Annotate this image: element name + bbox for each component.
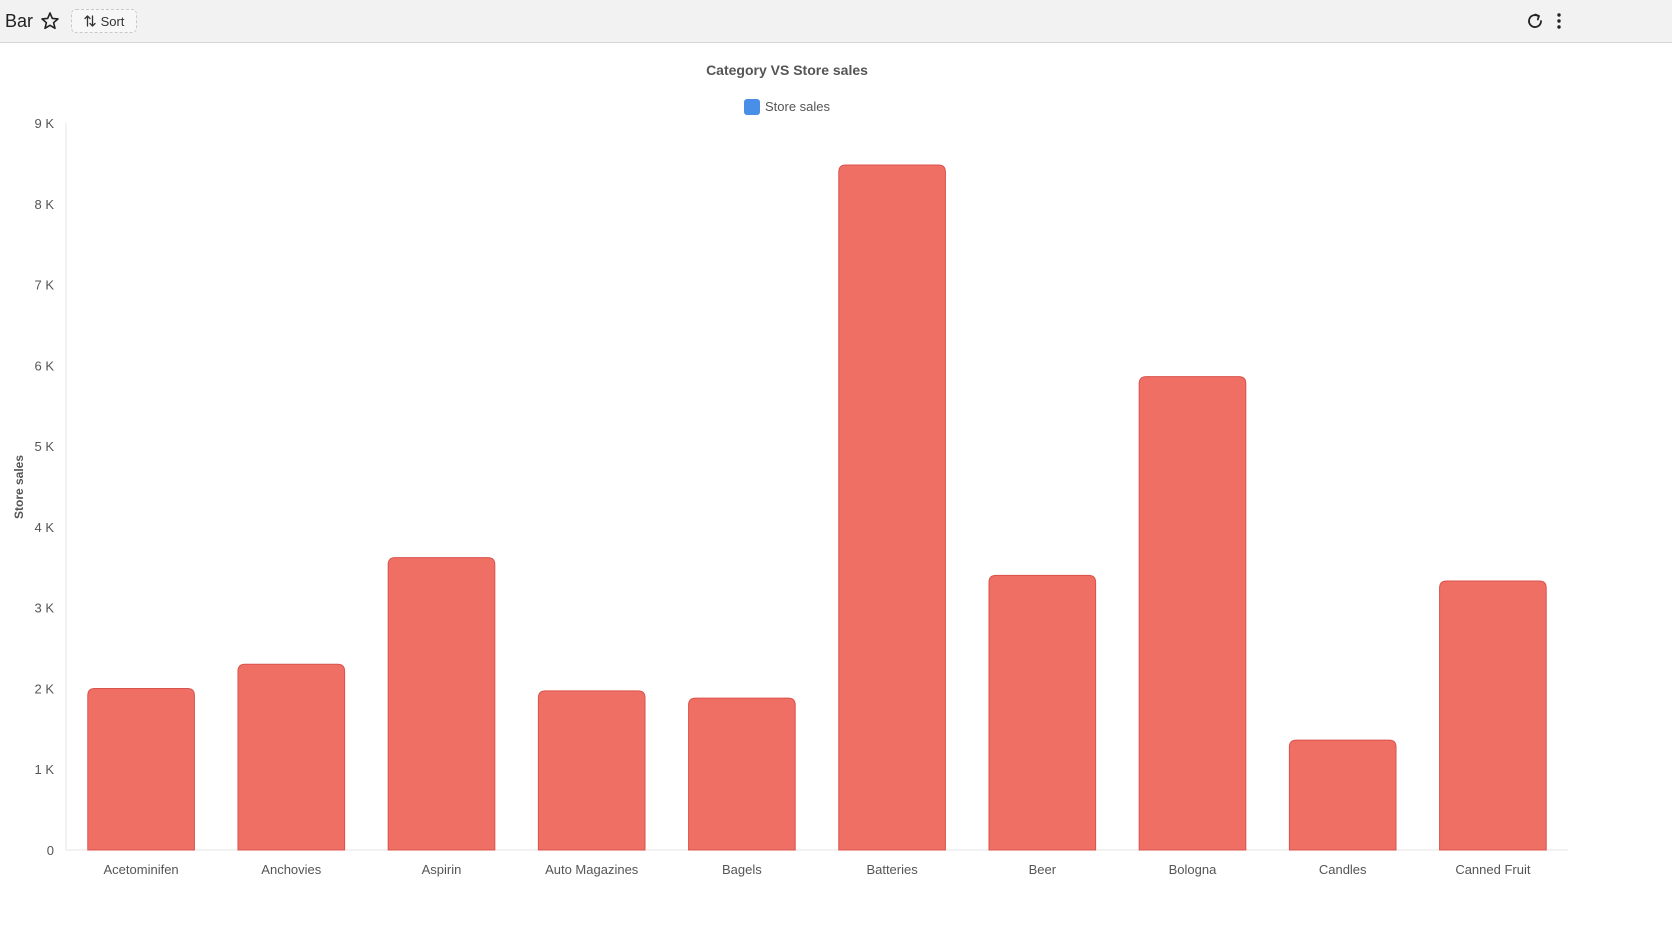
sort-label: Sort — [100, 13, 125, 29]
chart-title: Category VS Store sales — [706, 62, 868, 78]
x-tick-label: Auto Magazines — [545, 862, 639, 877]
refresh-icon[interactable] — [1524, 10, 1546, 32]
legend[interactable]: Store sales — [744, 99, 831, 115]
y-axis-ticks: 0 1 K 2 K 3 K 4 K 5 K 6 K 7 K 8 K 9 K — [34, 116, 54, 858]
y-tick-label: 5 K — [34, 439, 54, 454]
sort-icon — [83, 14, 96, 28]
x-tick-label: Batteries — [866, 862, 918, 877]
x-tick-label: Canned Fruit — [1455, 862, 1531, 877]
x-tick-label: Acetominifen — [104, 862, 179, 877]
bar-anchovies[interactable] — [237, 663, 346, 851]
y-tick-label: 6 K — [34, 358, 54, 373]
legend-swatch — [744, 99, 760, 115]
chart-name-title: Bar — [5, 11, 34, 31]
y-tick-label: 9 K — [34, 116, 54, 131]
x-tick-label: Anchovies — [261, 862, 321, 877]
y-tick-label: 7 K — [34, 278, 54, 293]
y-tick-label: 0 — [47, 843, 54, 858]
bar-chart: Category VS Store sales Store sales Stor… — [12, 62, 1568, 877]
bar-beer[interactable] — [988, 574, 1097, 851]
bar-bologna[interactable] — [1138, 376, 1247, 851]
x-tick-label: Beer — [1029, 862, 1057, 877]
x-tick-label: Aspirin — [422, 862, 462, 877]
more-vertical-icon[interactable] — [1552, 10, 1566, 32]
x-tick-label: Bagels — [722, 862, 762, 877]
chart-header: Bar Sort — [0, 0, 1672, 43]
y-tick-label: 3 K — [34, 601, 54, 616]
bar-batteries[interactable] — [838, 164, 946, 851]
star-icon[interactable] — [40, 10, 60, 32]
bar-bagels[interactable] — [688, 697, 796, 851]
y-tick-label: 1 K — [34, 762, 54, 777]
bar-aspirin[interactable] — [387, 557, 496, 851]
sort-button[interactable]: Sort — [71, 9, 137, 33]
bar-auto-magazines[interactable] — [537, 690, 646, 851]
bar-acetominifen[interactable] — [87, 687, 195, 851]
legend-label: Store sales — [765, 99, 831, 114]
y-tick-label: 8 K — [34, 197, 54, 212]
bar-candles[interactable] — [1288, 739, 1397, 851]
bar-canned-fruit[interactable] — [1439, 580, 1547, 851]
y-tick-label: 4 K — [34, 520, 54, 535]
y-axis-title: Store sales — [12, 455, 26, 519]
x-tick-label: Candles — [1319, 862, 1367, 877]
x-axis-ticks: Acetominifen Anchovies Aspirin Auto Magazin… — [104, 862, 1531, 877]
bars-group — [87, 164, 1547, 851]
x-tick-label: Bologna — [1169, 862, 1217, 877]
y-tick-label: 2 K — [34, 681, 54, 696]
